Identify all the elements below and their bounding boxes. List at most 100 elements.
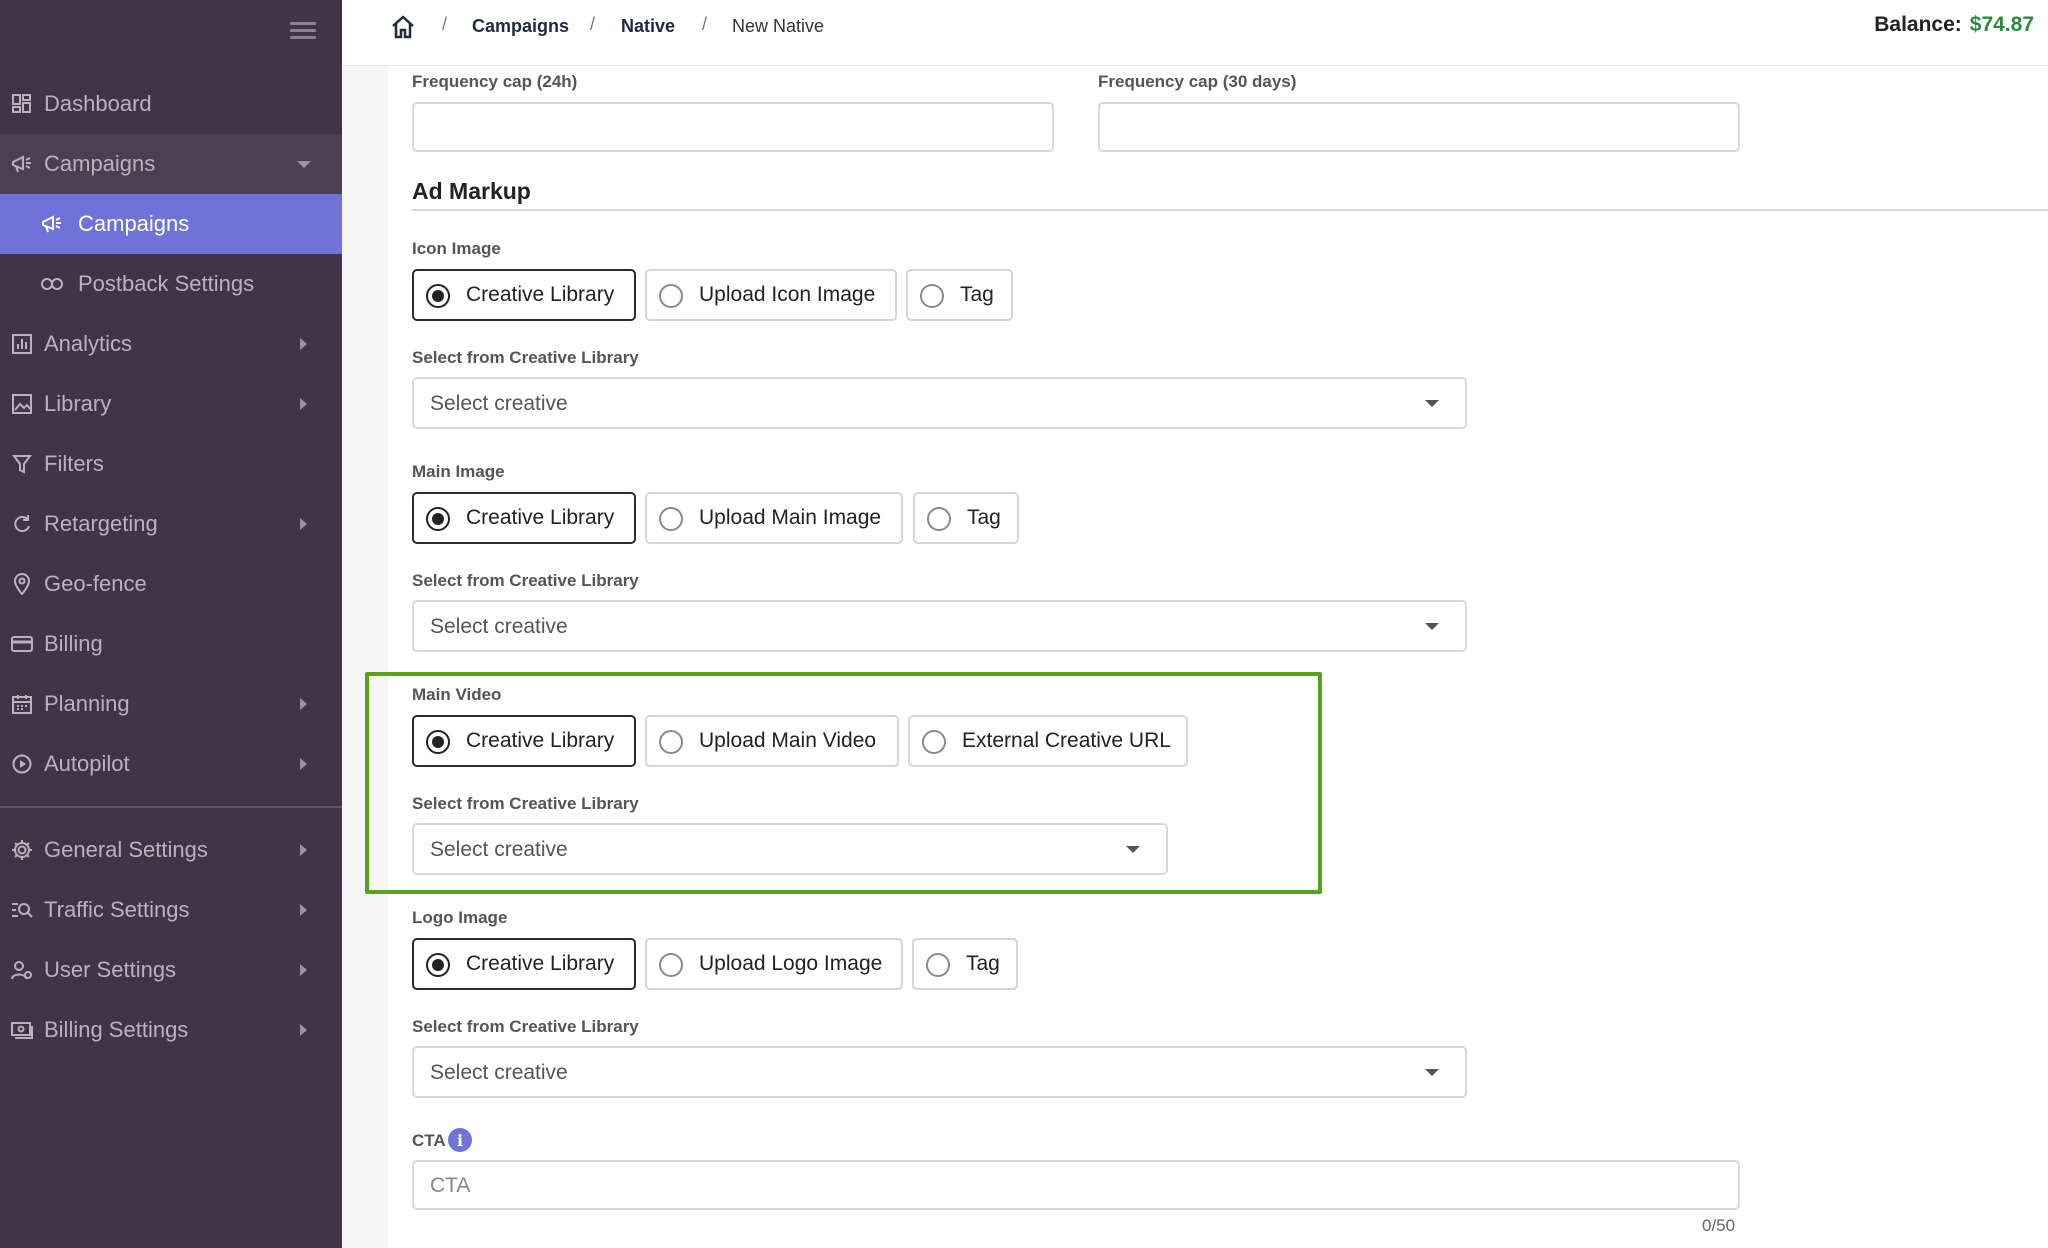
main-image-option-tag[interactable]: Tag: [913, 492, 1019, 544]
sidebar-item-label: Retargeting: [44, 511, 158, 536]
sidebar-item-label: Library: [44, 391, 112, 416]
select-library-label: Select from Creative Library: [412, 348, 639, 367]
sidebar-item-postback-settings[interactable]: Postback Settings: [0, 254, 342, 314]
select-placeholder: Select creative: [430, 838, 568, 861]
chevron-right-icon: [300, 698, 307, 710]
freq-cap-30d-label: Frequency cap (30 days): [1098, 72, 1297, 91]
select-library-label: Select from Creative Library: [412, 1017, 639, 1036]
radio-label: Creative Library: [466, 952, 615, 975]
chevron-right-icon: [300, 844, 307, 856]
main-video-option-creative-library[interactable]: Creative Library: [412, 715, 636, 767]
breadcrumb-campaigns[interactable]: Campaigns: [472, 14, 569, 38]
info-icon[interactable]: i: [448, 1128, 472, 1152]
icon-image-label: Icon Image: [412, 239, 501, 258]
chevron-right-icon: [300, 758, 307, 770]
chevron-right-icon: [300, 904, 307, 916]
icon-image-option-tag[interactable]: Tag: [906, 269, 1013, 321]
sidebar-item-dashboard[interactable]: Dashboard: [0, 74, 342, 134]
main-video-option-upload[interactable]: Upload Main Video: [645, 715, 899, 767]
icon-image-option-upload[interactable]: Upload Icon Image: [645, 269, 897, 321]
radio-label: Creative Library: [466, 729, 615, 752]
main-image-option-creative-library[interactable]: Creative Library: [412, 492, 636, 544]
radio-label: Tag: [966, 952, 1000, 975]
select-library-label: Select from Creative Library: [412, 794, 639, 813]
radio-label: Upload Icon Image: [699, 283, 876, 306]
breadcrumb-separator: /: [702, 14, 708, 34]
breadcrumb-separator: /: [442, 14, 448, 34]
radio-icon: [920, 284, 944, 308]
sidebar-item-filters[interactable]: Filters: [0, 434, 342, 494]
chevron-down-icon: [1425, 400, 1439, 407]
radio-icon: [922, 730, 946, 754]
filter-icon: [10, 452, 34, 476]
radio-label: Creative Library: [466, 283, 615, 306]
logo-image-option-tag[interactable]: Tag: [912, 938, 1018, 990]
chevron-right-icon: [300, 1024, 307, 1036]
freq-cap-30d-input[interactable]: [1098, 102, 1740, 152]
sidebar-item-retargeting[interactable]: Retargeting: [0, 494, 342, 554]
select-placeholder: Select creative: [430, 1061, 568, 1084]
radio-selected-icon: [426, 284, 450, 308]
radio-label: Creative Library: [466, 506, 615, 529]
main-content: Frequency cap (24h) Frequency cap (30 da…: [365, 66, 2048, 1248]
radio-label: Upload Main Video: [699, 729, 877, 752]
sidebar-item-billing-settings[interactable]: Billing Settings: [0, 1000, 342, 1060]
sidebar-item-billing[interactable]: Billing: [0, 614, 342, 674]
radio-label: Tag: [960, 283, 994, 306]
traffic-search-icon: [10, 898, 34, 922]
sidebar-item-library[interactable]: Library: [0, 374, 342, 434]
chevron-down-icon: [297, 160, 311, 168]
cta-input[interactable]: CTA: [412, 1160, 1740, 1210]
main-image-creative-select[interactable]: Select creative: [412, 600, 1467, 652]
cta-label: CTA: [412, 1131, 446, 1150]
main-video-option-external-url[interactable]: External Creative URL: [908, 715, 1188, 767]
sidebar-item-campaigns[interactable]: Campaigns: [0, 194, 342, 254]
sidebar-item-autopilot[interactable]: Autopilot: [0, 734, 342, 794]
sidebar-item-label: Analytics: [44, 331, 133, 356]
radio-selected-icon: [426, 730, 450, 754]
sidebar-item-label: Filters: [44, 451, 104, 476]
section-title: Ad Markup: [412, 178, 531, 204]
section-divider: [412, 209, 2048, 211]
balance-amount: $74.87: [1969, 13, 2034, 36]
sidebar-item-traffic-settings[interactable]: Traffic Settings: [0, 880, 342, 940]
radio-label: Upload Logo Image: [699, 952, 883, 975]
sidebar-item-analytics[interactable]: Analytics: [0, 314, 342, 374]
sidebar-item-label: General Settings: [44, 837, 208, 862]
sidebar-item-label: Autopilot: [44, 751, 130, 776]
icon-image-creative-select[interactable]: Select creative: [412, 377, 1467, 429]
sidebar-item-user-settings[interactable]: User Settings: [0, 940, 342, 1000]
main-image-option-upload[interactable]: Upload Main Image: [645, 492, 903, 544]
radio-icon: [659, 730, 683, 754]
home-icon[interactable]: [390, 14, 416, 40]
chevron-down-icon: [1425, 623, 1439, 630]
icon-image-option-creative-library[interactable]: Creative Library: [412, 269, 636, 321]
main-video-label: Main Video: [412, 685, 502, 704]
logo-image-option-upload[interactable]: Upload Logo Image: [645, 938, 903, 990]
dashboard-icon: [10, 92, 34, 116]
money-icon: [10, 1018, 34, 1042]
cta-char-counter: 0/50: [1702, 1216, 1736, 1235]
main-video-creative-select[interactable]: Select creative: [412, 823, 1168, 875]
radio-label: Upload Main Image: [699, 506, 882, 529]
radio-icon: [659, 284, 683, 308]
radio-icon: [926, 953, 950, 977]
freq-cap-24h-input[interactable]: [412, 102, 1054, 152]
sidebar-item-label: User Settings: [44, 957, 177, 982]
breadcrumb-native[interactable]: Native: [621, 14, 675, 38]
logo-image-label: Logo Image: [412, 908, 508, 927]
image-icon: [10, 392, 34, 416]
logo-image-option-creative-library[interactable]: Creative Library: [412, 938, 636, 990]
logo-image-creative-select[interactable]: Select creative: [412, 1046, 1467, 1098]
radio-icon: [659, 953, 683, 977]
sidebar-item-campaigns-group[interactable]: Campaigns: [0, 134, 342, 194]
hamburger-menu-icon[interactable]: [290, 22, 316, 39]
gear-icon: [10, 838, 34, 862]
sidebar-item-general-settings[interactable]: General Settings: [0, 820, 342, 880]
credit-card-icon: [10, 632, 34, 656]
sidebar-item-label: Dashboard: [44, 91, 152, 116]
balance-label: Balance:: [1874, 13, 1962, 36]
map-pin-icon: [10, 572, 34, 596]
sidebar-item-geo-fence[interactable]: Geo-fence: [0, 554, 342, 614]
sidebar-item-planning[interactable]: Planning: [0, 674, 342, 734]
